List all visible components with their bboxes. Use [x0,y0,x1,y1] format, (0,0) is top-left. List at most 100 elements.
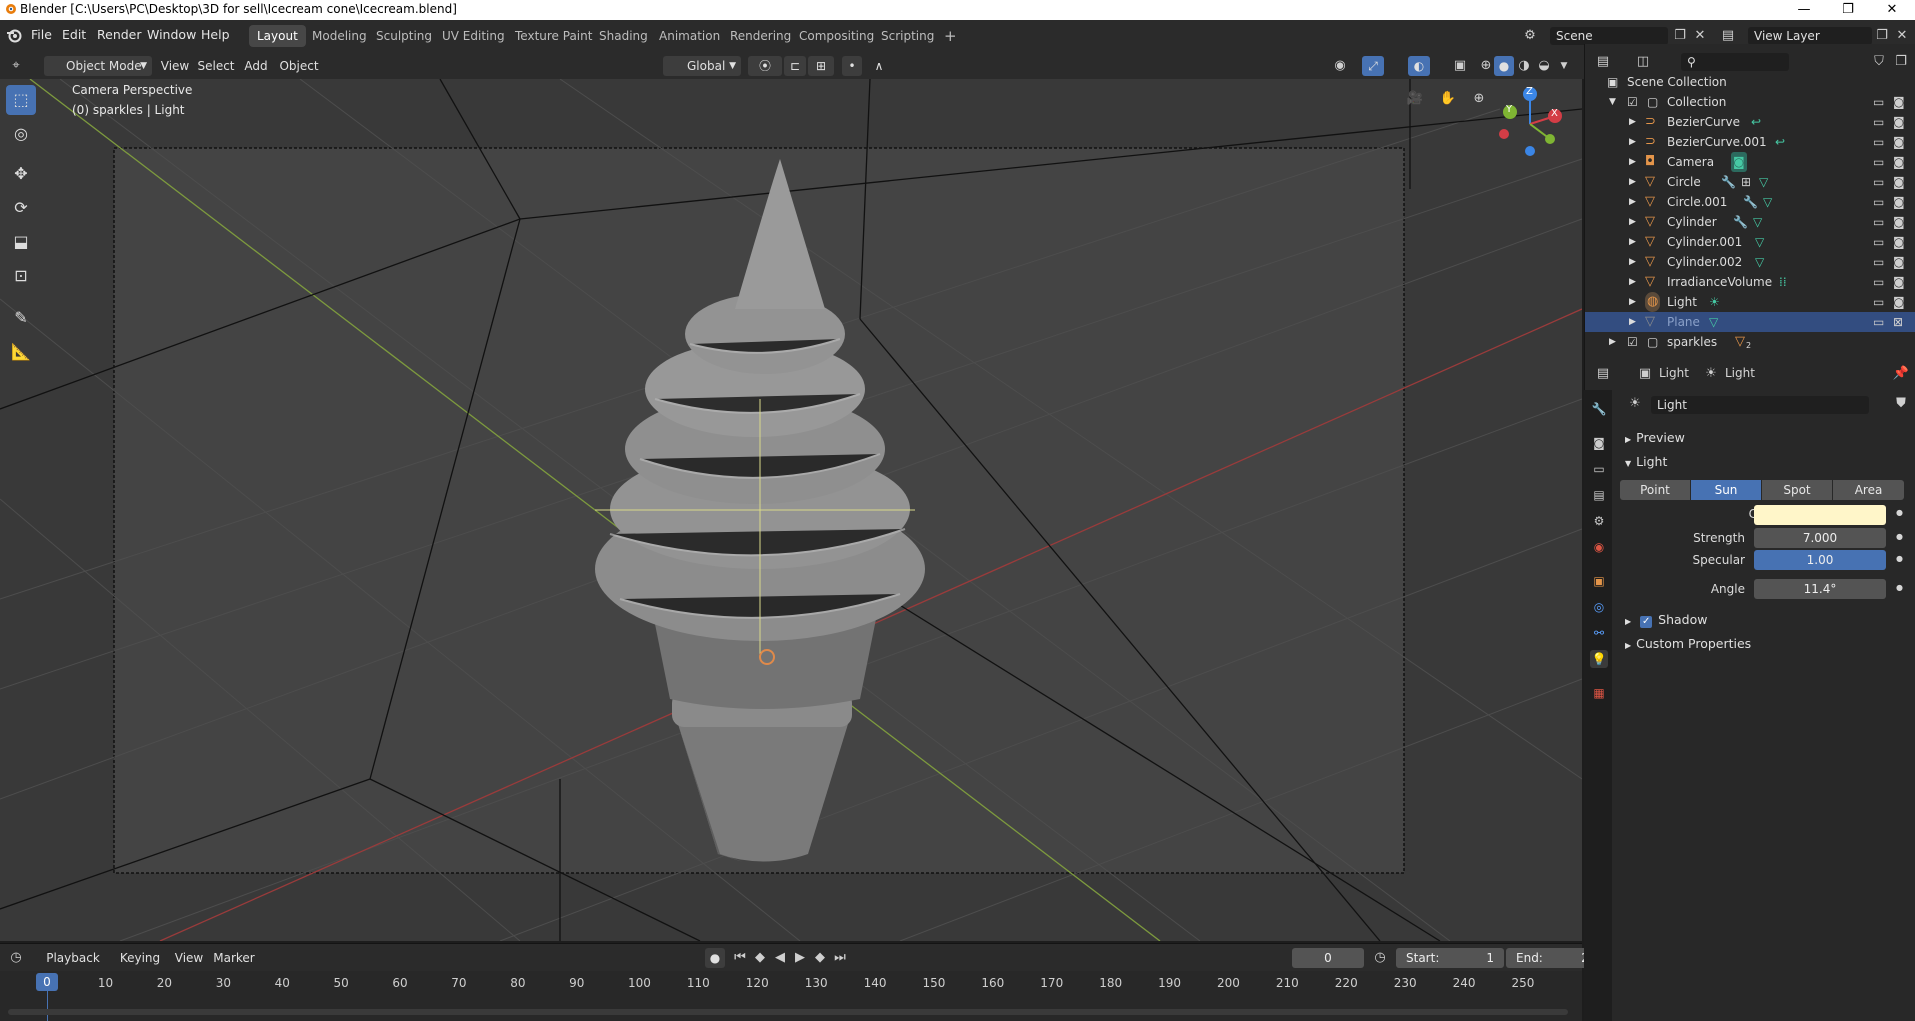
expand-arrow-icon[interactable]: ▶ [1629,292,1636,312]
render-visibility-icon[interactable]: ◙ [1893,252,1905,272]
gizmo-toggle[interactable]: ⤢ [1362,56,1384,76]
filter-icon[interactable]: ⛉ [1869,52,1889,72]
snap-target-dropdown[interactable]: ⊞ [808,56,834,76]
preview-range-icon[interactable]: ◷ [1370,948,1390,968]
checkbox-icon[interactable]: ☑ [1627,92,1638,112]
tab-scripting[interactable]: Scripting [873,25,942,47]
camera-view-icon[interactable]: 🎥 [1405,89,1425,109]
render-visibility-icon[interactable]: ◙ [1893,112,1905,132]
scale-tool[interactable]: ⬓ [6,227,36,257]
keyframe-dot-icon[interactable]: ● [1896,532,1903,541]
transform-orientation-dropdown[interactable]: Global ▼ [663,56,741,76]
color-swatch[interactable] [1754,505,1886,525]
outliner-row-cylinder-001[interactable]: ▶ ▽ Cylinder.001 ▽ ▭ ◙ [1585,232,1915,252]
fake-user-shield-icon[interactable]: ⛊ [1891,394,1911,414]
outliner-row-camera[interactable]: ▶ ◘ Camera ◙ ▭ ◙ [1585,152,1915,172]
properties-editor-icon[interactable]: ▤ [1593,364,1613,384]
zoom-icon[interactable]: ⊕ [1469,89,1489,109]
measure-tool[interactable]: 📐 [6,337,36,367]
light-type-icon[interactable]: ☀ [1625,394,1645,414]
outliner-row-circle-001[interactable]: ▶ ▽ Circle.001 🔧 ▽ ▭ ◙ [1585,192,1915,212]
menu-select[interactable]: Select [197,56,235,76]
pivot-point-dropdown[interactable]: ⦿ [748,56,782,76]
pan-hand-icon[interactable]: ✋ [1438,89,1458,109]
outliner-search-input[interactable]: ⚲ [1681,53,1789,71]
tab-rendering[interactable]: Rendering [722,25,799,47]
minimize-button[interactable]: — [1782,0,1826,20]
outliner-row-sparkles[interactable]: ▶ ☑ ▢ sparkles ▽ 2 [1585,332,1915,352]
menu-help[interactable]: Help [201,27,230,42]
menu-add[interactable]: Add [242,56,270,76]
expand-arrow-icon[interactable]: ▶ [1629,252,1636,272]
pin-icon[interactable]: 📌 [1891,364,1911,384]
outliner-row-collection[interactable]: ▼ ☑ ▢ Collection ▭ ◙ [1585,92,1915,112]
viewport-visibility-icon[interactable]: ▭ [1873,272,1884,292]
viewport-visibility-icon[interactable]: ▭ [1873,292,1884,312]
outliner-row-beziercurve[interactable]: ▶ ⊃ BezierCurve ↩ ▭ ◙ [1585,112,1915,132]
viewport-visibility-icon[interactable]: ▭ [1873,212,1884,232]
outliner-row-circle[interactable]: ▶ ▽ Circle 🔧 ⊞ ▽ ▭ ◙ [1585,172,1915,192]
play-icon[interactable]: ▶ [790,948,810,968]
menu-keying[interactable]: Keying [112,948,168,968]
constraints-tab-icon[interactable]: ⚯ [1590,624,1608,642]
new-collection-icon[interactable]: ❐ [1891,52,1911,72]
viewport-visibility-icon[interactable]: ▭ [1873,192,1884,212]
menu-view[interactable]: View [160,56,190,76]
xray-icon[interactable]: ▣ [1450,56,1470,76]
light-type-point[interactable]: Point [1620,480,1690,500]
render-visibility-icon[interactable]: ◙ [1893,132,1905,152]
maximize-button[interactable]: ❐ [1826,0,1870,20]
jump-start-icon[interactable]: ⏮ [730,948,750,968]
playhead[interactable]: 0 [36,973,58,991]
solid-shading-button[interactable]: ● [1494,56,1514,76]
falloff-dropdown[interactable]: ∧ [864,56,894,76]
scene-tab-icon[interactable]: ⚙ [1590,512,1608,530]
expand-arrow-icon[interactable]: ▼ [1609,92,1616,112]
render-visibility-icon[interactable]: ◙ [1893,212,1905,232]
record-button[interactable]: ● [705,948,725,968]
transform-tool[interactable]: ⊡ [6,261,36,291]
render-visibility-icon[interactable]: ◙ [1893,172,1905,192]
select-box-tool[interactable]: ⬚ [6,85,36,115]
snap-toggle[interactable]: ⊏ [784,56,806,76]
viewport-visibility-icon[interactable]: ▭ [1873,252,1884,272]
tab-sculpting[interactable]: Sculpting [368,25,440,47]
timeline-body[interactable]: 10 20 30 40 50 60 70 80 90 100 110 120 130 140 150 160 1… [0,971,1582,1021]
light-data-tab-icon[interactable]: 💡 [1590,650,1608,668]
viewport-visibility-icon[interactable]: ▭ [1873,132,1884,152]
menu-edit[interactable]: Edit [62,27,86,42]
wireframe-shading-icon[interactable]: ⊕ [1476,56,1496,76]
expand-arrow-icon[interactable]: ▶ [1629,232,1636,252]
scene-icon[interactable]: ⚙ [1520,26,1540,46]
light-type-area[interactable]: Area [1833,480,1904,500]
menu-render[interactable]: Render [97,27,142,42]
viewport-visibility-icon[interactable]: ▭ [1873,152,1884,172]
outliner-row-beziercurve-001[interactable]: ▶ ⊃ BezierCurve.001 ↩ ▭ ◙ [1585,132,1915,152]
outliner-editor-icon[interactable]: ▤ [1593,52,1613,72]
tool-tab-icon[interactable]: 🔧 [1590,400,1608,418]
render-visibility-icon[interactable]: ◙ [1893,272,1905,292]
expand-arrow-icon[interactable]: ▶ [1629,192,1636,212]
blender-menu-icon[interactable] [6,28,22,44]
outliner-row-cylinder-002[interactable]: ▶ ▽ Cylinder.002 ▽ ▭ ◙ [1585,252,1915,272]
render-tab-icon[interactable]: ◙ [1590,434,1608,452]
view-layer-field[interactable]: View Layer [1748,27,1872,45]
shadow-panel-header[interactable]: ▶ ✓ Shadow [1625,612,1707,628]
specular-field[interactable]: 1.00 [1754,550,1886,570]
tab-texture-paint[interactable]: Texture Paint [507,25,600,47]
angle-field[interactable]: 11.4° [1754,579,1886,599]
outliner-row-irradiancevolume[interactable]: ▶ ▽ IrradianceVolume ⁞⁞ ▭ ◙ [1585,272,1915,292]
render-visibility-icon[interactable]: ◙ [1893,92,1905,112]
close-button[interactable]: ✕ [1870,0,1914,20]
viewport-visibility-icon[interactable]: ▭ [1873,112,1884,132]
outliner-row-scene-collection[interactable]: ▣ Scene Collection [1585,72,1915,92]
expand-arrow-icon[interactable]: ▶ [1629,172,1636,192]
keyframe-dot-icon[interactable]: ● [1896,583,1903,592]
next-keyframe-icon[interactable]: ◆ [810,948,830,968]
shadow-checkbox[interactable]: ✓ [1640,616,1653,628]
viewport-visibility-icon[interactable]: ▭ [1873,92,1884,112]
tab-layout[interactable]: Layout [249,25,306,47]
proportional-edit-toggle[interactable]: • [842,56,862,76]
render-visibility-icon[interactable]: ◙ [1893,292,1905,312]
menu-window[interactable]: Window [147,27,196,42]
